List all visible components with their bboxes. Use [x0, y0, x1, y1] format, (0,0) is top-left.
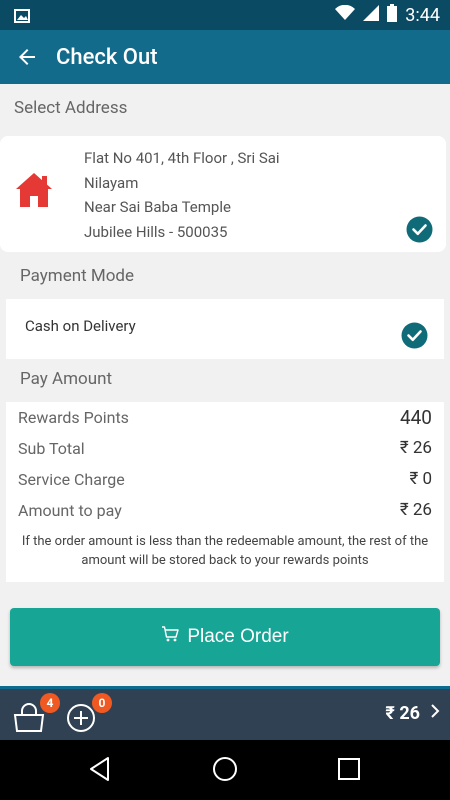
address-selected-check-icon[interactable]: [406, 216, 433, 247]
payment-selected-check-icon[interactable]: [401, 322, 428, 353]
back-triangle-icon[interactable]: [88, 756, 112, 786]
pay-amount-card: Rewards Points 440 Sub Total ₹ 26 Servic…: [6, 402, 444, 582]
image-notification-icon: [14, 8, 30, 27]
service-charge-value: ₹ 0: [409, 469, 432, 489]
address-line: Jubilee Hills - 500035: [84, 222, 228, 241]
rewards-note: If the order amount is less than the red…: [21, 534, 429, 568]
signal-icon: [363, 5, 380, 26]
system-nav-bar: [0, 740, 450, 800]
wifi-icon: [335, 4, 356, 26]
cart-total-value: ₹ 26: [385, 703, 420, 724]
amount-to-pay-row: Amount to pay ₹ 26: [18, 500, 432, 520]
address-line: Nilayam: [84, 173, 139, 192]
page-title: Check Out: [56, 44, 158, 70]
address-line: Near Sai Baba Temple: [84, 198, 231, 216]
add-count-badge: 0: [92, 693, 112, 713]
home-circle-icon[interactable]: [212, 756, 238, 786]
checkout-content[interactable]: Select Address Flat No 401, 4th Floor , …: [0, 84, 450, 686]
sub-total-label: Sub Total: [18, 438, 85, 458]
battery-icon: [387, 4, 398, 27]
payment-mode-header: Payment Mode: [20, 266, 135, 286]
sub-total-value: ₹ 26: [399, 438, 432, 458]
chevron-right-icon: [430, 703, 440, 724]
place-order-label: Place Order: [187, 626, 289, 647]
cart-total-link[interactable]: ₹ 26: [385, 703, 440, 724]
cart-count-badge: 4: [40, 693, 60, 713]
place-order-button[interactable]: Place Order: [10, 608, 440, 666]
service-charge-row: Service Charge ₹ 0: [18, 469, 432, 489]
app-bar: Check Out: [0, 30, 450, 84]
address-line: Flat No 401, 4th Floor , Sri Sai: [84, 149, 280, 167]
rewards-points-label: Rewards Points: [18, 408, 129, 427]
payment-option-cod[interactable]: Cash on Delivery: [6, 299, 444, 359]
payment-option-label: Cash on Delivery: [25, 317, 136, 335]
status-bar: 3:44: [0, 0, 450, 30]
pay-amount-header: Pay Amount: [20, 369, 113, 389]
sub-total-row: Sub Total ₹ 26: [18, 438, 432, 458]
address-card[interactable]: Flat No 401, 4th Floor , Sri Sai Nilayam…: [0, 136, 446, 252]
home-icon: [14, 170, 54, 214]
amount-to-pay-value: ₹ 26: [399, 500, 432, 520]
rewards-points-value: 440: [399, 406, 432, 429]
back-arrow-icon[interactable]: [0, 30, 54, 84]
select-address-header: Select Address: [14, 98, 128, 118]
status-time: 3:44: [405, 5, 440, 26]
rewards-points-row: Rewards Points 440: [18, 406, 432, 429]
address-text: Flat No 401, 4th Floor , Sri Sai Nilayam…: [84, 146, 324, 244]
bottom-cart-bar: 4 0 ₹ 26: [0, 686, 450, 740]
amount-to-pay-label: Amount to pay: [18, 500, 122, 520]
service-charge-label: Service Charge: [18, 469, 125, 489]
recents-square-icon[interactable]: [338, 758, 360, 784]
add-circle-icon[interactable]: [66, 703, 96, 737]
cart-icon: [161, 626, 180, 648]
